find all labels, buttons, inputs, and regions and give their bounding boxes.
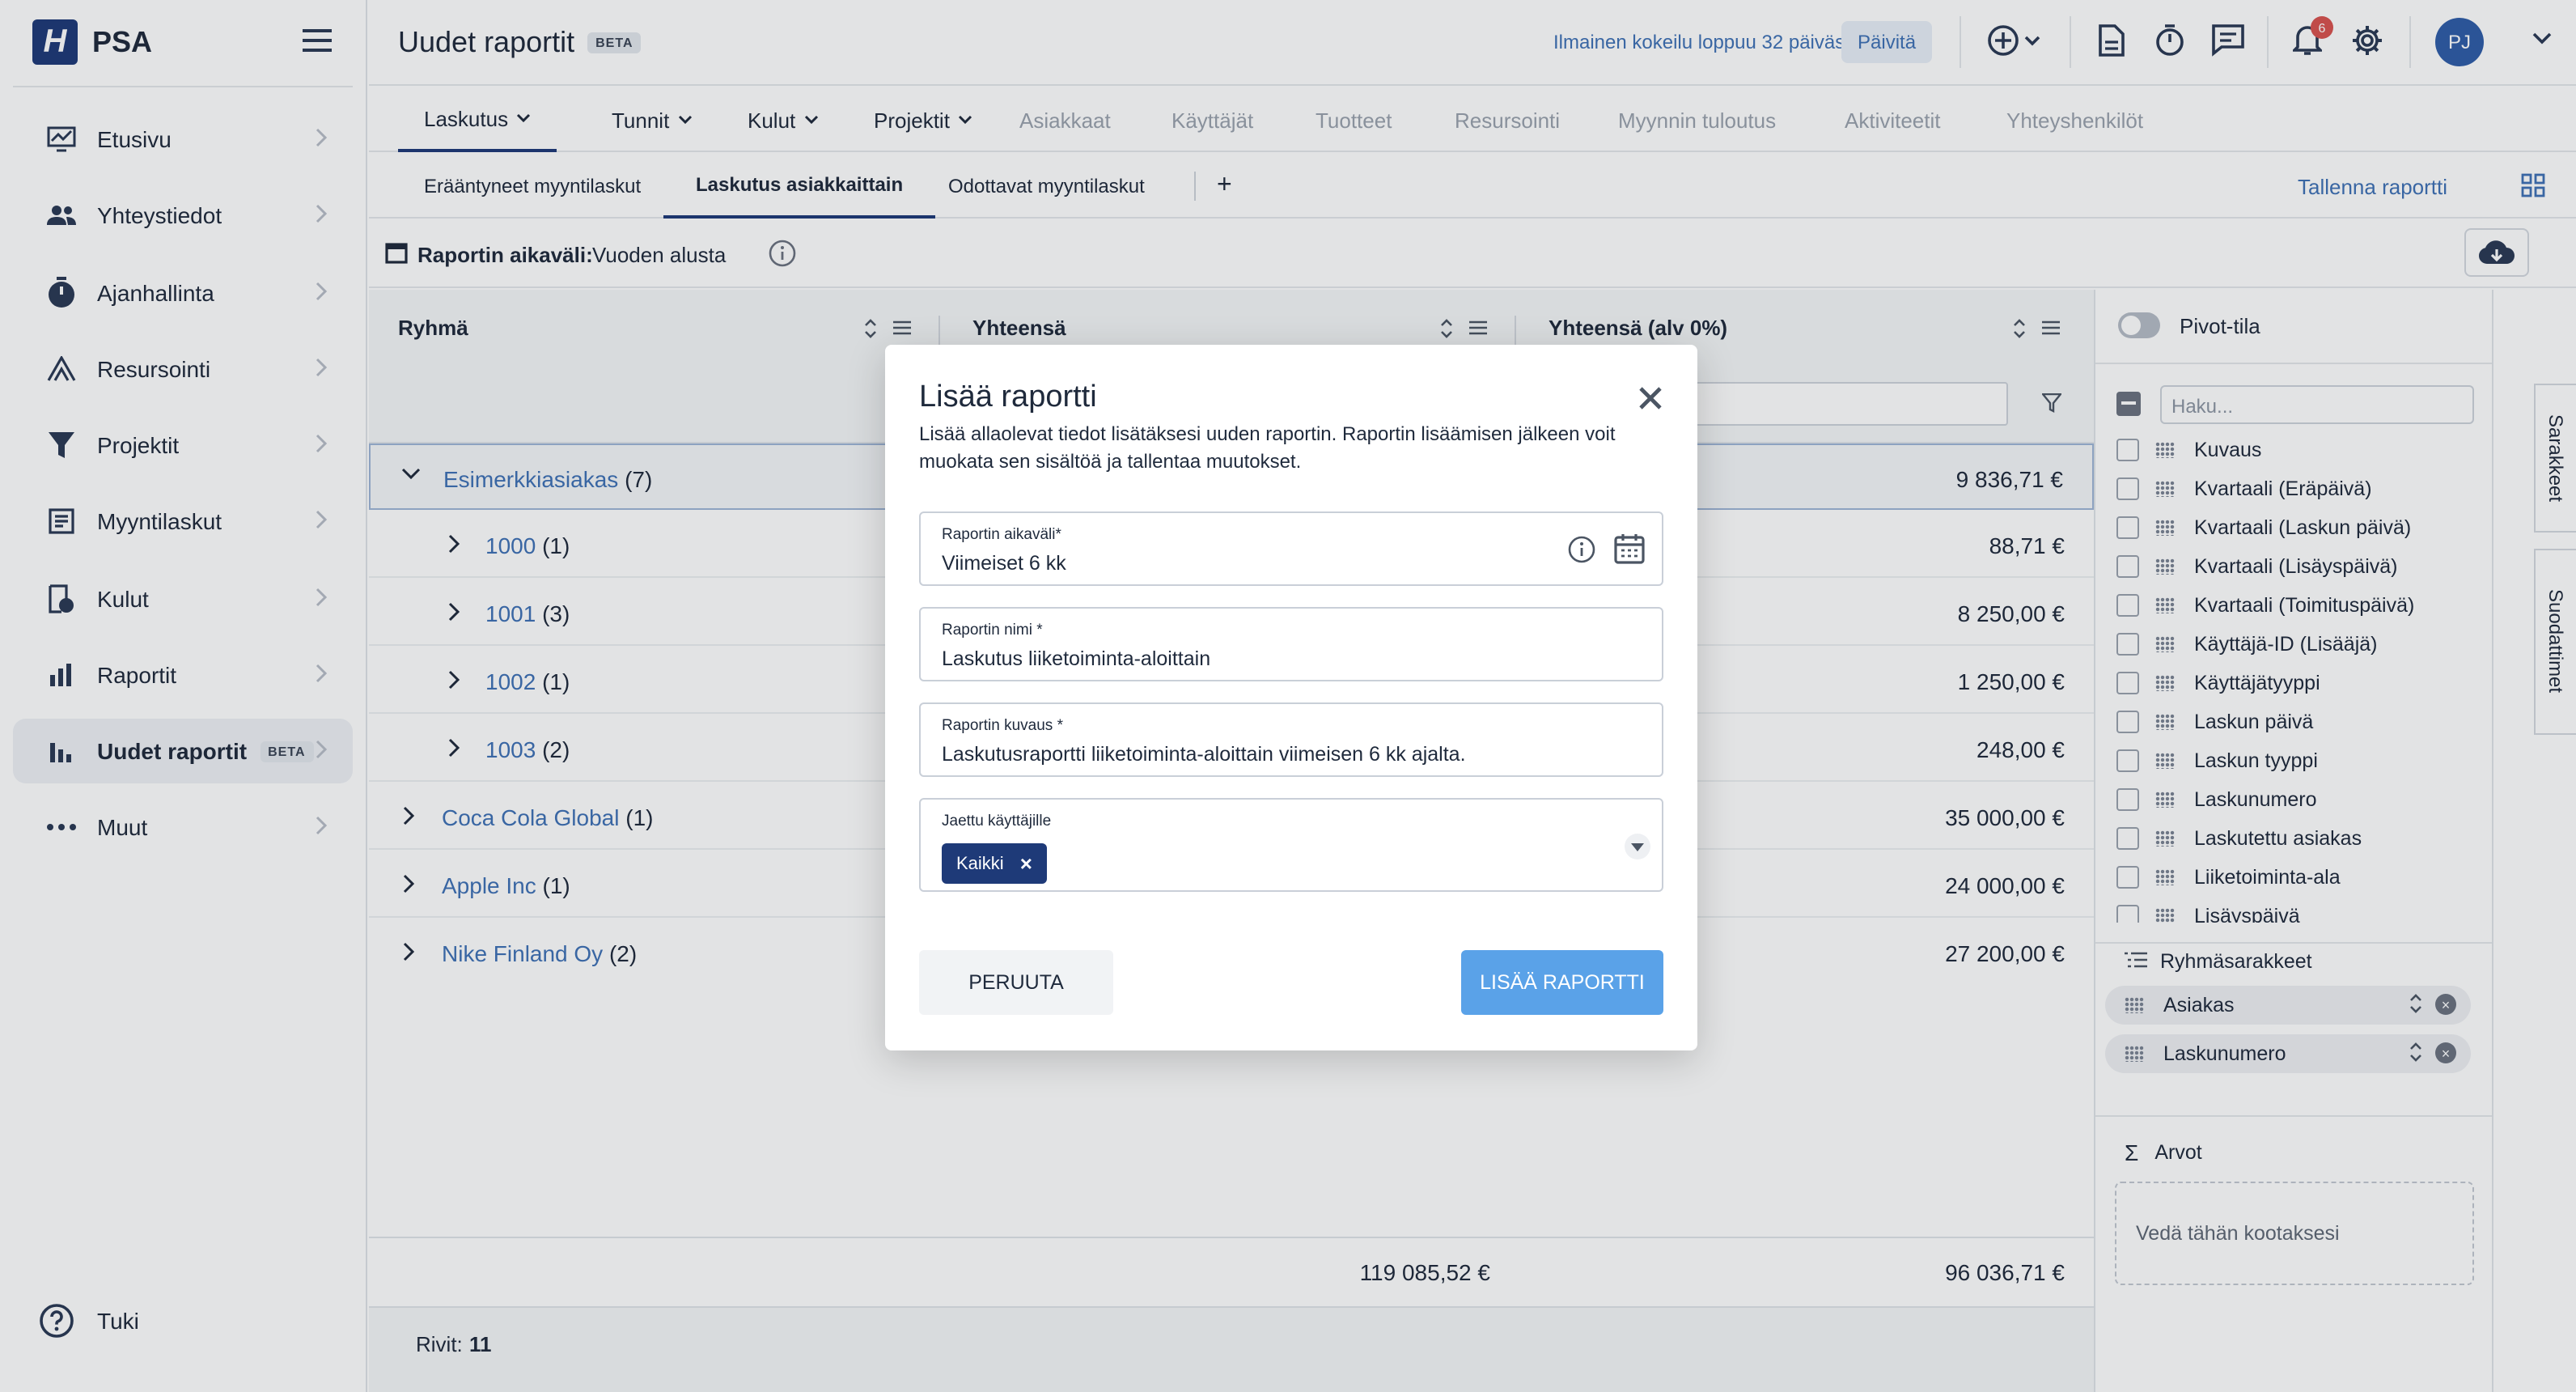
close-icon[interactable]	[1639, 387, 1662, 410]
shared-users-field[interactable]: Jaettu käyttäjille Kaikki ×	[919, 798, 1663, 892]
dialog-title: Lisää raportti	[919, 380, 1097, 414]
field-label: Raportin aikaväli*	[942, 526, 1061, 544]
field-value[interactable]: Laskutus liiketoiminta-aloittain	[942, 647, 1210, 670]
user-tag-label: Kaikki	[956, 854, 1004, 873]
report-name-field[interactable]: Raportin nimi * Laskutus liiketoiminta-a…	[919, 607, 1663, 681]
calendar-icon[interactable]	[1613, 533, 1646, 565]
info-icon[interactable]	[1568, 536, 1595, 563]
user-tag[interactable]: Kaikki ×	[942, 843, 1047, 884]
add-report-button[interactable]: LISÄÄ RAPORTTI	[1461, 950, 1663, 1015]
cancel-button[interactable]: PERUUTA	[919, 950, 1113, 1015]
dialog-description: Lisää allaolevat tiedot lisätäksesi uude…	[919, 422, 1616, 473]
add-report-dialog: Lisää raportti Lisää allaolevat tiedot l…	[885, 345, 1697, 1050]
field-label: Raportin kuvaus *	[942, 717, 1063, 735]
report-description-field[interactable]: Raportin kuvaus * Laskutusraportti liike…	[919, 702, 1663, 777]
field-label: Raportin nimi *	[942, 622, 1043, 639]
field-value[interactable]: Laskutusraportti liiketoiminta-aloittain…	[942, 743, 1466, 766]
date-range-field[interactable]: Raportin aikaväli* Viimeiset 6 kk	[919, 511, 1663, 586]
remove-tag-icon[interactable]: ×	[1020, 851, 1032, 876]
field-value[interactable]: Viimeiset 6 kk	[942, 552, 1066, 575]
field-label: Jaettu käyttäjille	[942, 813, 1052, 830]
dropdown-arrow-icon[interactable]	[1625, 834, 1650, 859]
